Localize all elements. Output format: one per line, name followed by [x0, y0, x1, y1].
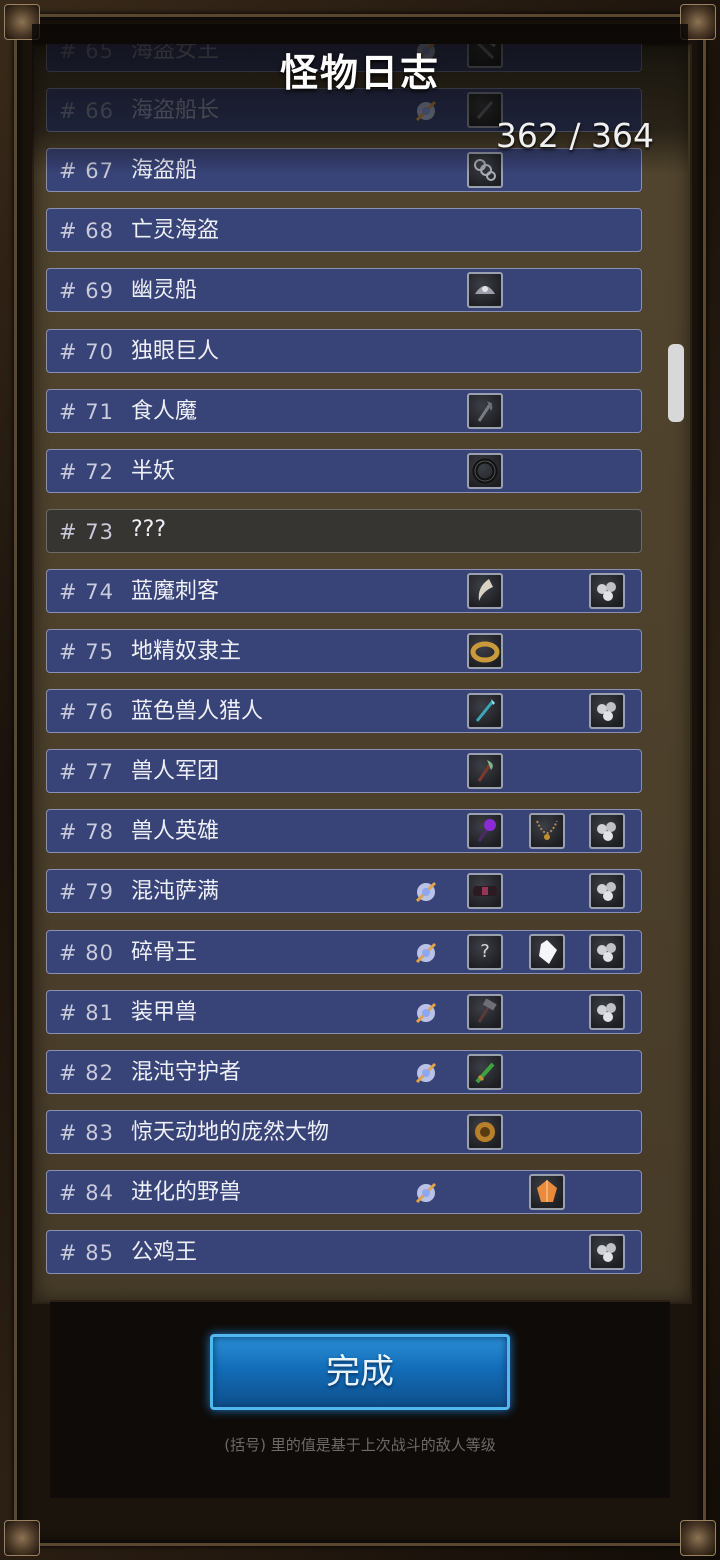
monster-entry-row[interactable]: # 82 混沌守护者 [46, 1049, 642, 1094]
belt-icon[interactable] [467, 873, 503, 910]
skill-scroll-icon [411, 1058, 441, 1088]
monster-name: 地精奴隶主 [131, 639, 242, 664]
chain-icon[interactable] [467, 152, 503, 189]
monster-number: # 80 [59, 940, 114, 965]
loot-bag-icon[interactable] [589, 933, 625, 970]
loot-bag-icon[interactable] [589, 1234, 625, 1270]
green-sword-icon[interactable] [467, 1053, 503, 1090]
spear-icon[interactable] [467, 693, 503, 730]
gold-ring-icon[interactable] [467, 633, 503, 669]
monster-entry-row[interactable]: # 79 混沌萨满 [46, 869, 642, 914]
monster-number: # 82 [59, 1060, 114, 1085]
scrollbar-track[interactable] [664, 70, 688, 1270]
loot-bag-icon[interactable] [589, 813, 625, 850]
ornate-ring-icon[interactable] [467, 1113, 503, 1150]
monster-number: # 68 [59, 219, 114, 244]
monster-entry-row[interactable]: # 81 装甲兽 [46, 989, 642, 1034]
claw-blade-icon[interactable] [467, 572, 503, 609]
monster-entry-row[interactable]: # 83 惊天动地的庞然大物 [46, 1109, 642, 1154]
done-button[interactable]: 完成 [210, 1334, 510, 1410]
monster-number: # 78 [59, 820, 114, 845]
monster-name: 混沌萨满 [131, 879, 220, 905]
monster-name: 半妖 [131, 458, 176, 484]
monster-name: 惊天动地的庞然大物 [131, 1119, 330, 1145]
monster-number: # 75 [59, 640, 114, 664]
monster-number: # 84 [59, 1180, 114, 1205]
monster-number: # 69 [59, 279, 114, 304]
monster-number: # 74 [59, 579, 114, 604]
question-icon[interactable]: ? [467, 933, 503, 970]
monster-name: 装甲兽 [131, 999, 198, 1025]
monster-entry-row[interactable]: # 80 碎骨王? [46, 929, 642, 974]
monster-number: # 73 [59, 519, 114, 544]
monster-number: # 81 [59, 1000, 114, 1025]
monster-number: # 77 [59, 760, 114, 785]
frame-corner-ornament [680, 4, 716, 40]
skill-scroll-icon [411, 877, 441, 907]
skill-scroll-icon [411, 1178, 441, 1208]
skill-scroll-icon [411, 998, 441, 1028]
monster-number: # 67 [59, 159, 114, 184]
ring-icon[interactable] [467, 452, 503, 489]
loot-bag-icon[interactable] [589, 693, 625, 730]
monster-entry-row[interactable]: # 75 地精奴隶主 [46, 629, 642, 673]
scrollbar-thumb[interactable] [668, 344, 684, 422]
loot-bag-icon[interactable] [589, 873, 625, 910]
helmet-icon[interactable] [467, 272, 503, 309]
monster-entry-row[interactable]: # 84 进化的野兽 [46, 1169, 642, 1214]
monster-entry-row[interactable]: # 68 亡灵海盗 [46, 208, 642, 253]
monster-number: # 72 [59, 459, 114, 484]
monster-number: # 71 [59, 399, 114, 424]
monster-name: 兽人军团 [131, 759, 220, 785]
skill-scroll-icon [411, 938, 441, 968]
skill-scroll-icon [411, 96, 441, 126]
frame-corner-ornament [680, 1520, 716, 1556]
monster-entry-row[interactable]: # 76 蓝色兽人猎人 [46, 689, 642, 734]
monster-entry-row[interactable]: # 69 幽灵船 [46, 268, 642, 313]
purple-staff-icon[interactable] [467, 813, 503, 850]
monster-name: 幽灵船 [131, 278, 198, 304]
amber-gem-icon[interactable] [529, 1173, 565, 1210]
monster-name: 蓝色兽人猎人 [131, 699, 264, 725]
monster-name: 进化的野兽 [131, 1179, 242, 1205]
footnote: (括号) 里的值是基于上次战斗的敌人等级 [224, 1436, 496, 1454]
page-title: 怪物日志 [279, 51, 440, 95]
monster-number: # 83 [59, 1120, 114, 1145]
loot-bag-icon[interactable] [589, 993, 625, 1030]
monster-name: 亡灵海盗 [131, 218, 220, 244]
monster-number: # 79 [59, 880, 114, 905]
monster-entry-row[interactable]: # 72 半妖 [46, 448, 642, 493]
monster-number: # 70 [59, 339, 114, 364]
monster-entry-row[interactable]: # 77 兽人军团 [46, 749, 642, 794]
loot-bag-icon[interactable] [589, 572, 625, 609]
necklace-icon[interactable] [529, 813, 565, 850]
monster-name: 混沌守护者 [131, 1059, 242, 1085]
monster-name: 食人魔 [131, 398, 198, 424]
monster-list[interactable]: # 65 海盗女王 # 66 海盗船长 # 67 海盗船 # 68 亡灵海盗 # 69 幽灵船 # … [44, 44, 646, 1300]
monster-number: # 85 [59, 1241, 114, 1265]
crystal-icon[interactable] [529, 933, 565, 970]
hammer-icon[interactable] [467, 993, 503, 1030]
discovery-counter: 362 / 364 [495, 116, 654, 155]
monster-name: 海盗船 [131, 158, 198, 184]
monster-entry-row[interactable]: # 71 食人魔 [46, 388, 642, 433]
frame-corner-ornament [4, 1520, 40, 1556]
monster-name: 碎骨王 [131, 939, 198, 965]
monster-entry-row[interactable]: # 85 公鸡王 [46, 1230, 642, 1274]
monster-name: 独眼巨人 [131, 338, 220, 364]
monster-name: 公鸡王 [131, 1240, 198, 1265]
frame-corner-ornament [4, 4, 40, 40]
monster-entry-row[interactable]: # 70 独眼巨人 [46, 328, 642, 373]
monster-name: 蓝魔刺客 [131, 578, 220, 604]
monster-number: # 76 [59, 700, 114, 725]
monster-name: 兽人英雄 [131, 819, 220, 845]
monster-entry-row[interactable]: # 74 蓝魔刺客 [46, 568, 642, 613]
monster-entry-row[interactable]: # 73??? [46, 508, 642, 553]
monster-entry-row[interactable]: # 78 兽人英雄 [46, 809, 642, 854]
monster-name: ??? [131, 516, 167, 542]
halberd-icon[interactable] [467, 753, 503, 790]
axe-icon[interactable] [467, 392, 503, 429]
